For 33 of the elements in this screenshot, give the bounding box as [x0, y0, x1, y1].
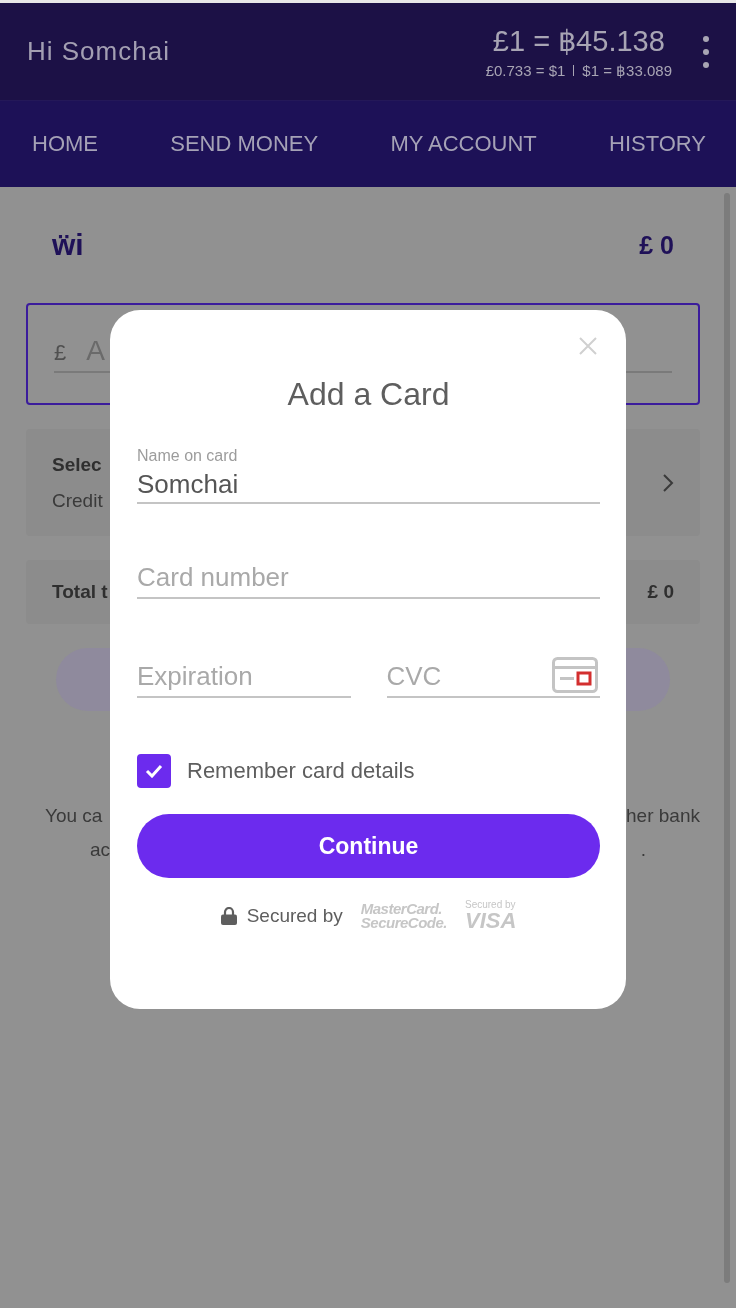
- select-card-title: Selec: [52, 453, 103, 476]
- remember-checkbox[interactable]: Remember card details: [137, 754, 600, 788]
- exchange-rate-detail: £0.733 = $1: [485, 62, 566, 79]
- lock-icon: [220, 907, 237, 925]
- nav-tab[interactable]: HISTORY: [609, 131, 706, 157]
- select-card-subtitle: Credit: [52, 489, 103, 512]
- expiration-field[interactable]: Expiration: [137, 661, 351, 698]
- exchange-rate-detail: $1 = ฿33.089: [582, 61, 672, 80]
- greeting: Hi Somchai: [27, 36, 171, 67]
- name-field[interactable]: Somchai: [137, 465, 600, 502]
- card-icon: [552, 657, 598, 693]
- balance: £ 0: [639, 230, 674, 260]
- checkbox[interactable]: [137, 754, 171, 788]
- total-value: £ 0: [647, 581, 674, 603]
- menu-icon[interactable]: [702, 34, 710, 69]
- nav-tab[interactable]: SEND MONEY: [170, 131, 319, 157]
- chevron-icon: [662, 472, 674, 493]
- nav-tab[interactable]: MY ACCOUNT: [390, 131, 537, 157]
- continue-button[interactable]: Continue: [137, 814, 600, 878]
- card-number-field[interactable]: Card number: [137, 562, 600, 599]
- note-text: her bank: [626, 805, 700, 827]
- note-text: You ca: [45, 805, 103, 827]
- nav-tab[interactable]: HOME: [32, 131, 98, 157]
- note-text: .: [640, 839, 646, 861]
- mastercard-securecode-logo: MasterCard. SecureCode.: [360, 901, 447, 931]
- field-label: Name on card: [137, 447, 239, 465]
- dialog-title: Add a Card: [286, 376, 451, 413]
- exchange-rate: £1 = ฿45.138: [492, 23, 665, 58]
- total-label: Total t: [52, 581, 108, 603]
- check-icon: [145, 764, 163, 778]
- note-text: ac: [90, 839, 111, 861]
- secured-by-text: Secured by: [246, 905, 343, 927]
- logo: ẅi: [52, 228, 84, 262]
